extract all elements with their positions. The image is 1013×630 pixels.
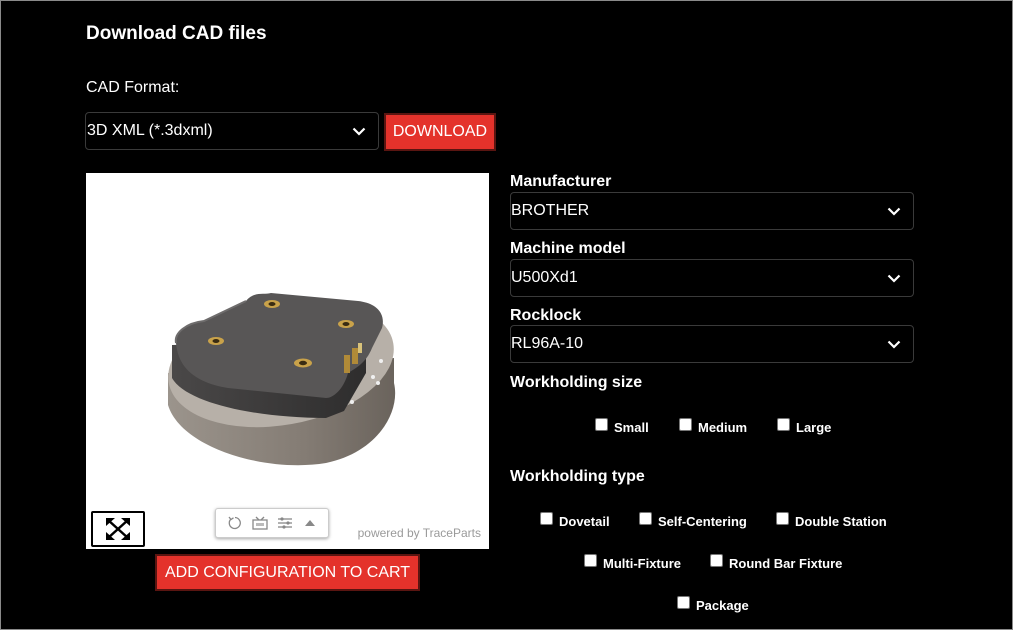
machine-model-value: U500Xd1 [511, 269, 578, 286]
cad-format-label: CAD Format: [86, 79, 180, 96]
size-small-checkbox[interactable]: Small [595, 418, 649, 435]
checkbox-box[interactable] [677, 596, 690, 609]
checkbox-box[interactable] [595, 418, 608, 431]
manufacturer-label: Manufacturer [510, 173, 612, 190]
checkbox-box[interactable] [777, 418, 790, 431]
checkbox-label: Self-Centering [658, 514, 747, 529]
type-round-bar-fixture-checkbox[interactable]: Round Bar Fixture [710, 554, 843, 571]
settings-sliders-icon[interactable] [274, 512, 296, 534]
checkbox-label: Dovetail [559, 514, 610, 529]
type-dovetail-checkbox[interactable]: Dovetail [540, 512, 610, 529]
cad-format-select[interactable]: 3D XML (*.3dxml) [85, 112, 379, 150]
checkbox-label: Large [796, 420, 832, 435]
fullscreen-button[interactable] [91, 511, 145, 547]
checkbox-label: Round Bar Fixture [729, 556, 843, 571]
type-self-centering-checkbox[interactable]: Self-Centering [639, 512, 747, 529]
rotate-icon[interactable] [224, 512, 246, 534]
chevron-down-icon [348, 120, 370, 142]
checkbox-box[interactable] [540, 512, 553, 525]
rocklock-label: Rocklock [510, 307, 582, 324]
machine-model-label: Machine model [510, 240, 626, 257]
checkbox-label: Multi-Fixture [603, 556, 681, 571]
checkbox-box[interactable] [679, 418, 692, 431]
size-medium-checkbox[interactable]: Medium [679, 418, 748, 435]
view-camera-icon[interactable] [249, 512, 271, 534]
checkbox-box[interactable] [710, 554, 723, 567]
rocklock-value: RL96A-10 [511, 335, 584, 352]
type-package-checkbox[interactable]: Package [677, 596, 749, 613]
manufacturer-select[interactable]: BROTHER [510, 192, 914, 230]
workholding-type-label: Workholding type [510, 468, 645, 485]
page-title: Download CAD files [86, 23, 267, 44]
viewer-toolbar [215, 508, 329, 538]
download-button[interactable]: DOWNLOAD [384, 113, 496, 151]
cad-3d-viewer[interactable]: powered by TraceParts [86, 173, 489, 549]
checkbox-box[interactable] [584, 554, 597, 567]
caret-up-icon[interactable] [299, 512, 321, 534]
workholding-size-label: Workholding size [510, 374, 643, 391]
type-double-station-checkbox[interactable]: Double Station [776, 512, 887, 529]
type-multi-fixture-checkbox[interactable]: Multi-Fixture [584, 554, 681, 571]
checkbox-box[interactable] [776, 512, 789, 525]
manufacturer-value: BROTHER [511, 202, 590, 219]
chevron-down-icon [883, 200, 905, 222]
size-large-checkbox[interactable]: Large [777, 418, 832, 435]
rocklock-select[interactable]: RL96A-10 [510, 325, 914, 363]
checkbox-label: Double Station [795, 514, 887, 529]
checkbox-box[interactable] [639, 512, 652, 525]
expand-arrows-icon [104, 517, 132, 541]
chevron-down-icon [883, 267, 905, 289]
checkbox-label: Package [696, 598, 749, 613]
cad-model-render [168, 293, 396, 466]
add-to-cart-button[interactable]: ADD CONFIGURATION TO CART [155, 554, 420, 591]
checkbox-label: Medium [698, 420, 748, 435]
traceparts-credit: powered by TraceParts [357, 526, 481, 540]
checkbox-label: Small [614, 420, 649, 435]
machine-model-select[interactable]: U500Xd1 [510, 259, 914, 297]
chevron-down-icon [883, 333, 905, 355]
cad-format-value: 3D XML (*.3dxml) [87, 122, 213, 139]
